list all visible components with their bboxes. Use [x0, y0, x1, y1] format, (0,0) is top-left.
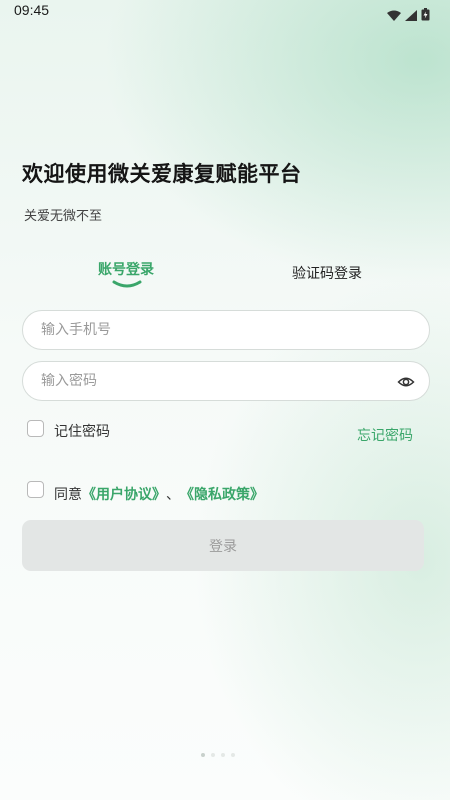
login-button[interactable]: 登录 [22, 520, 424, 571]
active-tab-indicator [112, 280, 142, 288]
user-agreement-link[interactable]: 《用户协议》 [82, 484, 166, 504]
phone-input[interactable] [23, 322, 363, 338]
agreement-separator: 、 [166, 487, 180, 503]
password-input[interactable] [23, 373, 363, 389]
battery-icon [421, 6, 430, 25]
status-icons [387, 6, 430, 25]
page-dot [201, 753, 205, 757]
status-time: 09:45 [14, 2, 50, 18]
page-dot [231, 753, 235, 757]
agreement-prefix: 同意 [54, 487, 82, 503]
status-bar: 09:45 [0, 0, 450, 24]
password-field[interactable] [22, 361, 430, 401]
signal-icon [405, 6, 417, 25]
forgot-password-link[interactable]: 忘记密码 [357, 425, 413, 445]
remember-password-checkbox[interactable] [27, 420, 44, 437]
page-indicator [201, 753, 235, 757]
privacy-policy-link[interactable]: 《隐私政策》 [180, 484, 264, 504]
remember-password-label[interactable]: 记住密码 [54, 421, 110, 441]
phone-field[interactable] [22, 310, 430, 350]
tab-account-login[interactable]: 账号登录 [98, 259, 154, 279]
eye-icon[interactable] [397, 373, 415, 395]
agreement-text: 同意 《用户协议》 、 《隐私政策》 [54, 484, 264, 504]
wifi-icon [387, 6, 401, 25]
page-dot [211, 753, 215, 757]
page-dot [221, 753, 225, 757]
tab-code-login[interactable]: 验证码登录 [292, 263, 362, 283]
page-subtitle: 关爱无微不至 [24, 209, 103, 224]
page-title: 欢迎使用微关爱康复赋能平台 [22, 162, 302, 186]
agreement-checkbox[interactable] [27, 481, 44, 498]
